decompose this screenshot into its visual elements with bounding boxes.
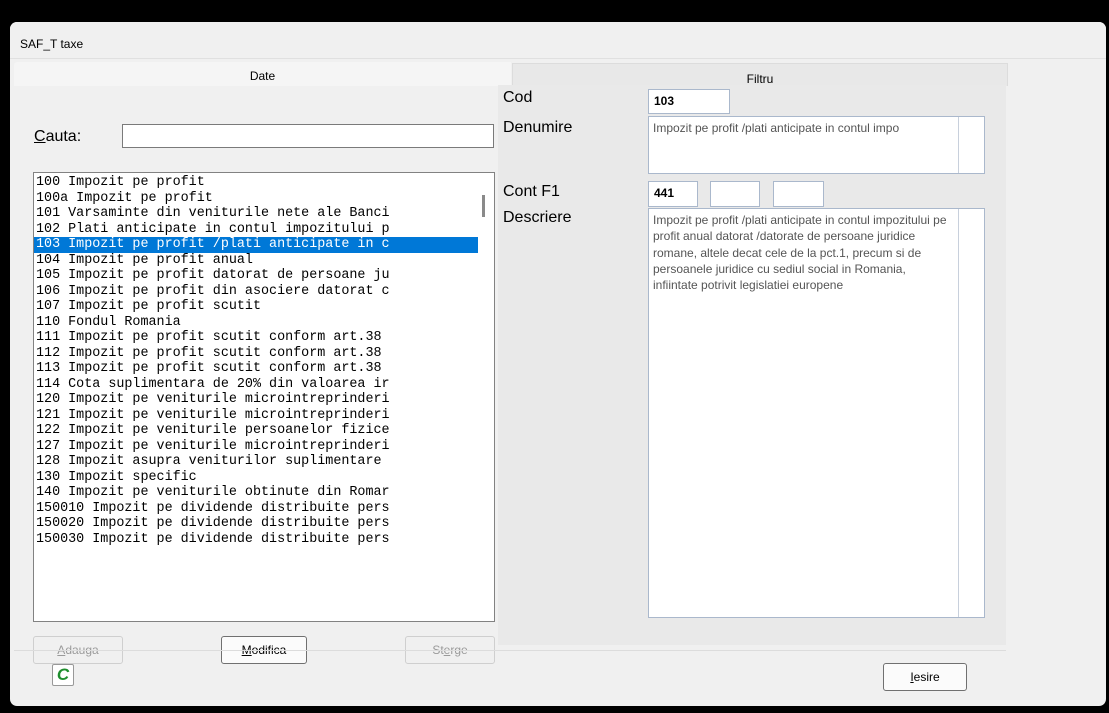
cont-f1-field-2[interactable] bbox=[710, 181, 760, 207]
list-item[interactable]: 110 Fondul Romania bbox=[34, 315, 478, 331]
list-item[interactable]: 121 Impozit pe veniturile microintreprin… bbox=[34, 408, 478, 424]
cod-label: Cod bbox=[503, 89, 533, 106]
date-panel: Cauta: 100 Impozit pe profit 100a Impozit… bbox=[14, 86, 498, 664]
list-item[interactable]: 140 Impozit pe veniturile obtinute din R… bbox=[34, 485, 478, 501]
list-item[interactable]: 106 Impozit pe profit din asociere dator… bbox=[34, 284, 478, 300]
list-item[interactable]: 128 Impozit asupra veniturilor supliment… bbox=[34, 454, 478, 470]
descriere-label: Descriere bbox=[503, 209, 572, 226]
list-item[interactable]: 127 Impozit pe veniturile microintreprin… bbox=[34, 439, 478, 455]
list-item[interactable]: 150030 Impozit pe dividende distribuite … bbox=[34, 532, 478, 548]
list-item[interactable]: 113 Impozit pe profit scutit conform art… bbox=[34, 361, 478, 377]
descriere-field[interactable]: Impozit pe profit /plati anticipate in c… bbox=[648, 208, 985, 618]
list-item[interactable]: 101 Varsaminte din veniturile nete ale B… bbox=[34, 206, 478, 222]
list-item[interactable]: 122 Impozit pe veniturile persoanelor fi… bbox=[34, 423, 478, 439]
search-label: Cauta: bbox=[34, 128, 81, 146]
list-item[interactable]: 150010 Impozit pe dividende distribuite … bbox=[34, 501, 478, 517]
list-item[interactable]: 107 Impozit pe profit scutit bbox=[34, 299, 478, 315]
title-bar[interactable]: SAF_T taxe bbox=[10, 22, 1106, 59]
list-item[interactable]: 100a Impozit pe profit bbox=[34, 191, 478, 207]
search-label-text: auta: bbox=[45, 128, 82, 145]
tab-date[interactable]: Date bbox=[14, 62, 511, 86]
list-item[interactable]: 102 Plati anticipate in contul impozitul… bbox=[34, 222, 478, 238]
tab-date-label: Date bbox=[249, 69, 276, 83]
tab-filtru-label: Filtru bbox=[746, 72, 774, 86]
list-item[interactable]: 111 Impozit pe profit scutit conform art… bbox=[34, 330, 478, 346]
c-green-app-icon[interactable]: C bbox=[52, 664, 74, 686]
filtru-panel: Cod 103 Denumire Impozit pe profit /plat… bbox=[498, 85, 1006, 645]
exit-button[interactable]: Iesire bbox=[883, 663, 967, 691]
list-item[interactable]: 114 Cota suplimentara de 20% din valoare… bbox=[34, 377, 478, 393]
list-item[interactable]: 130 Impozit specific bbox=[34, 470, 478, 486]
descriere-text: Impozit pe profit /plati anticipate in c… bbox=[653, 213, 947, 293]
cont-f1-field-3[interactable] bbox=[773, 181, 824, 207]
list-item[interactable]: 100 Impozit pe profit bbox=[34, 175, 478, 191]
cont-f1-label: Cont F1 bbox=[503, 183, 560, 200]
footer-divider bbox=[14, 650, 1006, 651]
denumire-field[interactable]: Impozit pe profit /plati anticipate in c… bbox=[648, 116, 985, 174]
window-title: SAF_T taxe bbox=[20, 37, 84, 51]
cont-f1-field[interactable]: 441 bbox=[648, 181, 698, 207]
tax-list-items: 100 Impozit pe profit 100a Impozit pe pro… bbox=[34, 175, 478, 547]
main-window: SAF_T taxe Date Filtru Cauta: 100 Impozi… bbox=[10, 22, 1106, 706]
cod-field[interactable]: 103 bbox=[648, 89, 730, 114]
list-item[interactable]: 120 Impozit pe veniturile microintreprin… bbox=[34, 392, 478, 408]
tax-listbox[interactable]: 100 Impozit pe profit 100a Impozit pe pro… bbox=[33, 172, 495, 622]
scrollbar-thumb[interactable] bbox=[482, 195, 485, 217]
search-input[interactable] bbox=[122, 124, 494, 148]
list-item[interactable]: 104 Impozit pe profit anual bbox=[34, 253, 478, 269]
list-item[interactable]: 112 Impozit pe profit scutit conform art… bbox=[34, 346, 478, 362]
tab-filtru[interactable]: Filtru bbox=[512, 63, 1008, 86]
exit-button-label: esire bbox=[913, 670, 940, 684]
denumire-text: Impozit pe profit /plati anticipate in c… bbox=[653, 121, 900, 135]
denumire-label: Denumire bbox=[503, 119, 573, 136]
search-label-accel: C bbox=[34, 128, 46, 145]
list-item[interactable]: 103 Impozit pe profit /plati anticipate … bbox=[34, 237, 478, 253]
list-item[interactable]: 105 Impozit pe profit datorat de persoan… bbox=[34, 268, 478, 284]
list-item[interactable]: 150020 Impozit pe dividende distribuite … bbox=[34, 516, 478, 532]
